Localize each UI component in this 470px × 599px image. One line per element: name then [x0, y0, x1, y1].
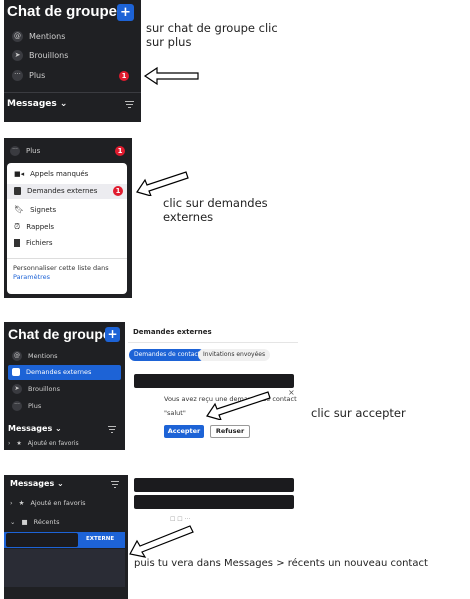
- redacted-contact-name: [6, 533, 78, 547]
- external-requests-panel: Demandes externes Demandes de contact In…: [128, 322, 298, 450]
- menu-item-external-requests[interactable]: Demandes externes 1: [7, 184, 127, 199]
- favorites-label: Ajouté en favoris: [27, 440, 79, 447]
- star-icon: ★: [16, 440, 22, 447]
- notification-badge: 1: [115, 146, 125, 156]
- at-icon: @: [12, 351, 22, 361]
- bookmark-icon: 🔖︎: [14, 205, 25, 214]
- chat-icon: ■: [21, 518, 28, 526]
- at-icon: @: [12, 31, 23, 42]
- recents-label: Récents: [33, 518, 60, 526]
- refuse-button[interactable]: Refuser: [210, 425, 250, 438]
- sidebar-title: Chat de groupe: [8, 326, 111, 342]
- sidebar-panel-4: Messages ⌄ › ★ Ajouté en favoris ⌄ ■ Réc…: [4, 475, 128, 599]
- menu-item-label: Demandes externes: [27, 187, 98, 195]
- sidebar-item-label: Plus: [28, 402, 42, 410]
- menu-item-label: Signets: [30, 205, 57, 214]
- sidebar-item-label: Mentions: [29, 32, 66, 41]
- filter-icon[interactable]: [108, 426, 116, 433]
- menu-item-files[interactable]: Fichiers: [14, 239, 53, 247]
- messages-section-header[interactable]: Messages ⌄: [7, 99, 67, 109]
- favorites-section[interactable]: › ★ Ajouté en favoris: [8, 440, 79, 447]
- menu-item-missed-calls[interactable]: ■◂ Appels manqués: [14, 170, 88, 178]
- messages-section-header[interactable]: Messages ⌄: [10, 479, 64, 488]
- sidebar-item-external-requests[interactable]: Demandes externes: [8, 365, 121, 380]
- arrow-icon: [136, 171, 189, 196]
- more-icon: ···: [12, 70, 23, 81]
- contact-icon: [12, 368, 20, 376]
- accept-button[interactable]: Accepter: [164, 425, 204, 438]
- redacted-bar: [134, 495, 294, 509]
- favorites-section[interactable]: › ★ Ajouté en favoris: [10, 499, 86, 507]
- panel-title: Demandes externes: [133, 328, 212, 336]
- redacted-list-area: [4, 549, 125, 587]
- tab-sent-invitations[interactable]: Invitations envoyées: [198, 349, 271, 361]
- reminder-icon: ⏰︎: [14, 222, 21, 231]
- filter-icon[interactable]: [111, 481, 119, 488]
- sidebar-item-drafts[interactable]: ➤ Brouillons: [12, 384, 60, 394]
- chevron-down-icon: ⌄: [10, 518, 16, 526]
- favorites-label: Ajouté en favoris: [30, 499, 86, 507]
- redacted-bar: [134, 478, 294, 492]
- more-menu: ■◂ Appels manqués Demandes externes 1 🔖︎…: [7, 163, 127, 294]
- new-chat-button[interactable]: +: [117, 4, 134, 21]
- instruction-note-2: clic sur demandes externes: [163, 196, 268, 224]
- chevron-right-icon: ›: [8, 440, 11, 447]
- tab-contact-requests[interactable]: Demandes de contact: [129, 349, 206, 361]
- notification-badge: 1: [119, 71, 129, 81]
- sidebar-item-label: Plus: [26, 147, 41, 155]
- instruction-note-3: clic sur accepter: [311, 406, 406, 420]
- notification-badge: 1: [113, 186, 123, 196]
- chevron-right-icon: ›: [10, 499, 13, 507]
- star-icon: ★: [18, 499, 25, 507]
- request-message: "salut": [164, 409, 186, 417]
- divider: [128, 342, 298, 343]
- sidebar-item-more[interactable]: ··· Plus: [12, 70, 45, 81]
- new-chat-button[interactable]: +: [105, 327, 120, 342]
- arrow-icon: [143, 66, 199, 86]
- divider: [7, 258, 127, 259]
- contact-icon: [14, 187, 21, 195]
- menu-item-label: Fichiers: [26, 239, 53, 247]
- sidebar-item-mentions[interactable]: @ Mentions: [12, 351, 58, 361]
- instruction-note-1: sur chat de groupe clic sur plus: [146, 21, 278, 49]
- filter-icon[interactable]: [125, 101, 134, 108]
- menu-item-label: Appels manqués: [30, 170, 89, 178]
- sidebar-item-label: Mentions: [28, 352, 58, 360]
- arrow-icon: [129, 525, 194, 558]
- sidebar-item-label: Brouillons: [29, 51, 69, 60]
- sidebar-item-label: Brouillons: [28, 385, 60, 393]
- menu-item-reminders[interactable]: ⏰︎ Rappels: [14, 222, 54, 232]
- sidebar-item-mentions[interactable]: @ Mentions: [12, 31, 65, 42]
- sidebar-panel-2: ··· Plus 1 ■◂ Appels manqués Demandes ex…: [4, 138, 132, 298]
- menu-item-label: Rappels: [26, 223, 55, 231]
- sidebar-item-label: Demandes externes: [26, 368, 92, 376]
- video-icon: ■◂: [14, 170, 25, 178]
- external-badge: EXTERNE: [86, 536, 115, 542]
- customize-text: Personnaliser cette liste dans: [13, 264, 109, 272]
- recents-section[interactable]: ⌄ ■ Récents: [10, 518, 59, 526]
- messages-section-header[interactable]: Messages ⌄: [8, 424, 62, 433]
- more-icon: ···: [10, 146, 20, 156]
- sidebar-panel-1: Chat de groupe + @ Mentions ➤ Brouillons…: [4, 0, 141, 122]
- redacted-contact-name: [134, 374, 294, 388]
- send-icon: ➤: [12, 384, 22, 394]
- sidebar-item-more[interactable]: ··· Plus: [12, 401, 41, 411]
- send-icon: ➤: [12, 50, 23, 61]
- divider: [4, 92, 141, 93]
- files-icon: [14, 239, 20, 247]
- sidebar-item-label: Plus: [29, 71, 46, 80]
- sidebar-title: Chat de groupe: [7, 3, 118, 20]
- sidebar-panel-3: Chat de groupe + @ Mentions Demandes ext…: [4, 322, 125, 450]
- more-icon: ···: [12, 401, 22, 411]
- arrow-icon: [206, 391, 271, 420]
- settings-link[interactable]: Paramètres: [13, 273, 50, 281]
- sidebar-item-drafts[interactable]: ➤ Brouillons: [12, 50, 68, 61]
- new-contact-row[interactable]: EXTERNE: [4, 532, 125, 548]
- instruction-note-4: puis tu vera dans Messages > récents un …: [134, 558, 428, 569]
- sidebar-item-more[interactable]: ··· Plus: [10, 146, 40, 156]
- menu-item-bookmarks[interactable]: 🔖︎ Signets: [14, 205, 56, 214]
